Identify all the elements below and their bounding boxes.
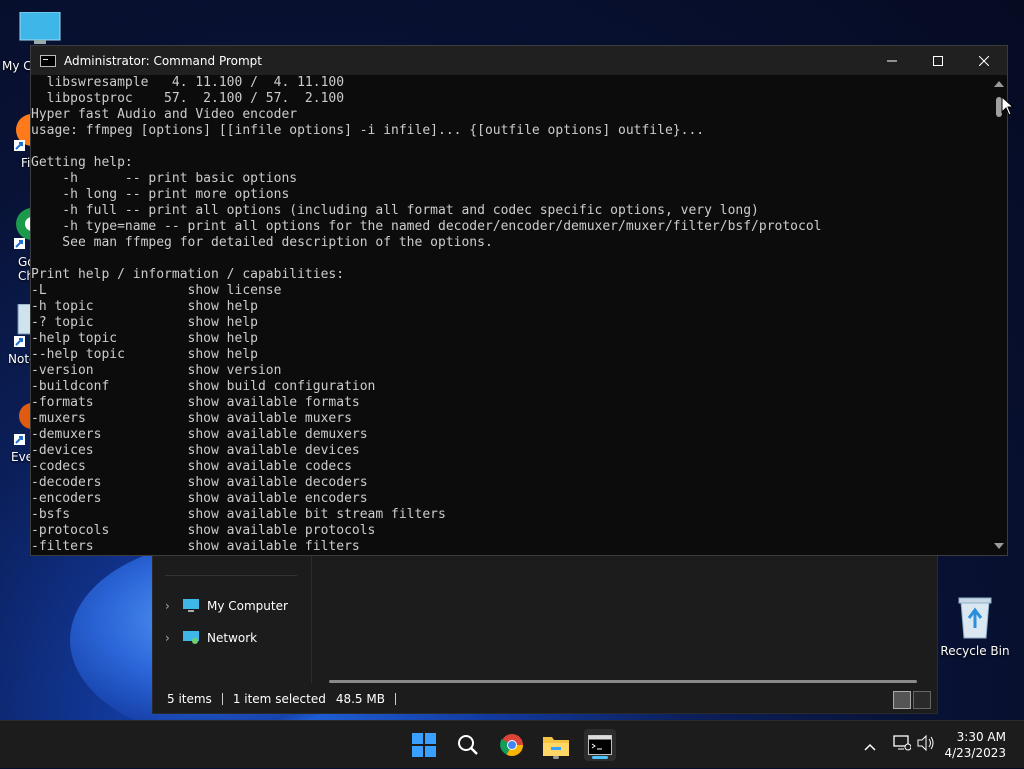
console-line: -help topic show help	[31, 331, 258, 346]
minimize-icon	[887, 60, 897, 61]
minimize-button[interactable]	[869, 46, 915, 75]
console-line: -L show license	[31, 283, 282, 298]
console-line: Print help / information / capabilities:	[31, 267, 345, 282]
console-line: -h full -- print all options (including …	[31, 203, 759, 218]
console-line: -demuxers show available demuxers	[31, 427, 368, 442]
console-line: usage: ffmpeg [options] [[infile options…	[31, 123, 705, 138]
scroll-down-arrow-icon[interactable]	[994, 543, 1004, 549]
status-size: 48.5 MB	[335, 692, 385, 706]
start-icon	[412, 733, 436, 757]
clock-date: 4/23/2023	[944, 746, 1006, 760]
search-button[interactable]	[452, 729, 484, 761]
file-explorer-icon	[543, 737, 569, 756]
recycle-bin-icon	[958, 597, 992, 639]
close-icon	[979, 55, 989, 66]
console-line: -filters show available filters	[31, 539, 360, 554]
console-line: -protocols show available protocols	[31, 523, 376, 538]
explorer-nav-pane: › My Computer › Network	[153, 553, 312, 683]
chevron-right-icon[interactable]: ›	[165, 599, 175, 613]
maximize-button[interactable]	[915, 46, 961, 75]
file-explorer-window[interactable]: › My Computer › Network 5 items 1 item s…	[152, 552, 938, 714]
console-line: -? topic show help	[31, 315, 258, 330]
desktop-recycle-bin[interactable]: Recycle Bin	[940, 596, 1010, 658]
console-line: Hyper fast Audio and Video encoder	[31, 107, 298, 122]
window-title: Administrator: Command Prompt	[64, 53, 262, 68]
console-line: -bsfs show available bit stream filters	[31, 507, 446, 522]
explorer-status-bar: 5 items 1 item selected 48.5 MB	[153, 685, 937, 713]
console-line: -buildconf show build configuration	[31, 379, 376, 394]
console-line: -h topic show help	[31, 299, 258, 314]
monitor-icon	[19, 12, 61, 44]
command-prompt-window[interactable]: Administrator: Command Prompt libswresam…	[30, 45, 1008, 556]
chevron-right-icon[interactable]: ›	[165, 631, 175, 645]
status-selected: 1 item selected	[232, 692, 326, 706]
taskbar-chrome[interactable]	[496, 729, 528, 761]
console-line: -h type=name -- print all options for th…	[31, 219, 822, 234]
system-tray	[860, 721, 938, 769]
desktop-my-computer[interactable]	[18, 12, 62, 48]
horizontal-scrollbar[interactable]	[329, 680, 917, 683]
desktop-my-computer-label: My C	[2, 59, 32, 73]
running-indicator	[553, 756, 559, 759]
search-icon	[458, 735, 478, 755]
console-line: -encoders show available encoders	[31, 491, 368, 506]
nav-item-label: Network	[207, 631, 258, 645]
title-bar[interactable]: Administrator: Command Prompt	[31, 46, 1007, 75]
recycle-bin-label: Recycle Bin	[940, 644, 1010, 658]
chrome-icon	[500, 734, 523, 756]
vertical-scrollbar[interactable]	[991, 75, 1007, 555]
maximize-icon	[933, 55, 943, 66]
active-indicator	[592, 756, 608, 759]
console-line: -formats show available formats	[31, 395, 360, 410]
start-button[interactable]	[408, 729, 440, 761]
console-line: -muxers show available muxers	[31, 411, 352, 426]
command-prompt-icon	[588, 735, 612, 755]
console-line: -h -- print basic options	[31, 171, 298, 186]
console-line: -h long -- print more options	[31, 187, 290, 202]
clock-time: 3:30 AM	[956, 730, 1006, 744]
console-line: libpostproc 57. 2.100 / 57. 2.100	[31, 91, 345, 106]
cmd-app-icon[interactable]	[40, 54, 56, 67]
console-line: -codecs show available codecs	[31, 459, 352, 474]
view-toggle	[893, 691, 931, 709]
nav-item-label: My Computer	[207, 599, 288, 613]
desktop-firefox-label: Fi	[21, 156, 31, 170]
computer-icon	[183, 599, 199, 612]
nav-item-network[interactable]: › Network	[165, 631, 257, 645]
console-line: -decoders show available decoders	[31, 475, 368, 490]
nav-item-my-computer[interactable]: › My Computer	[165, 599, 288, 613]
close-button[interactable]	[961, 46, 1007, 75]
status-divider	[394, 693, 396, 705]
status-item-count: 5 items	[167, 692, 212, 706]
nav-divider	[165, 575, 297, 576]
console-line: Getting help:	[31, 155, 133, 170]
clock[interactable]: 3:30 AM 4/23/2023	[944, 729, 1006, 761]
network-status-icon[interactable]	[890, 735, 914, 755]
window-controls	[869, 46, 1007, 75]
console-line: -version show version	[31, 363, 282, 378]
status-divider	[221, 693, 223, 705]
network-icon	[183, 631, 199, 644]
console-line: -devices show available devices	[31, 443, 360, 458]
mouse-cursor-icon	[1001, 96, 1015, 116]
taskbar: 3:30 AM 4/23/2023	[0, 720, 1024, 768]
taskbar-file-explorer[interactable]	[540, 729, 572, 761]
console-line: --help topic show help	[31, 347, 258, 362]
large-icons-view-button[interactable]	[913, 691, 931, 709]
volume-icon[interactable]	[914, 734, 938, 755]
show-hidden-icons-chevron-up-icon[interactable]	[860, 736, 880, 755]
console-line: libswresample 4. 11.100 / 4. 11.100	[31, 75, 345, 90]
console-output[interactable]: libswresample 4. 11.100 / 4. 11.100 libp…	[31, 75, 991, 555]
console-line: See man ffmpeg for detailed description …	[31, 235, 493, 250]
details-view-button[interactable]	[893, 691, 911, 709]
taskbar-command-prompt[interactable]	[584, 729, 616, 761]
scroll-up-arrow-icon[interactable]	[994, 81, 1004, 87]
